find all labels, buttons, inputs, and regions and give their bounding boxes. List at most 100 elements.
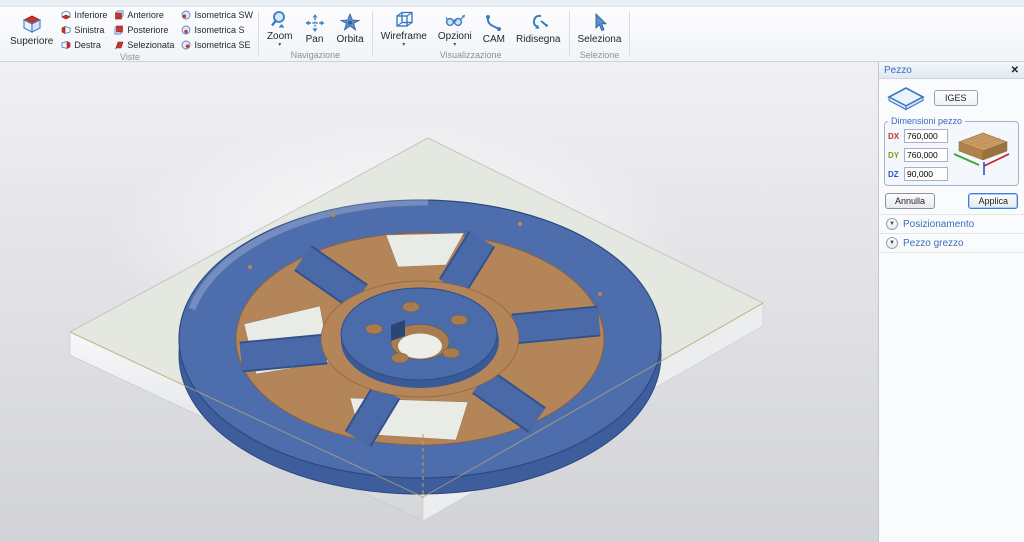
glasses-icon — [444, 10, 466, 30]
ribbon-separator — [629, 11, 630, 57]
panel-header: Pezzo ✕ — [879, 62, 1024, 79]
view-label: Isometrica S — [194, 25, 244, 35]
view-superiore-label: Superiore — [10, 36, 53, 47]
apply-button[interactable]: Applica — [968, 193, 1018, 209]
cube-face-icon — [114, 10, 124, 20]
ribbon-toolbar: Superiore Inferiore Sinistra Destra — [0, 7, 1024, 62]
dx-label: DX — [888, 132, 901, 141]
cam-button[interactable]: CAM — [480, 12, 508, 46]
view-label: Selezionata — [127, 40, 174, 50]
opzioni-label: Opzioni — [438, 31, 472, 42]
panel-title: Pezzo — [884, 65, 912, 76]
cube-face-icon — [61, 40, 71, 50]
cube-face-icon — [61, 10, 71, 20]
3d-scene — [0, 62, 878, 542]
seleziona-button[interactable]: Seleziona — [575, 12, 625, 46]
iges-button[interactable]: IGES — [934, 90, 978, 106]
cube-face-icon — [114, 40, 124, 50]
section-pezzo-grezzo-label: Pezzo grezzo — [903, 238, 964, 249]
dz-input[interactable] — [904, 167, 948, 181]
view-label: Isometrica SE — [194, 40, 250, 50]
stock-preview-image — [951, 127, 1011, 179]
window-top-strip — [0, 0, 1024, 7]
dimensions-title: Dimensioni pezzo — [888, 116, 965, 126]
dx-input[interactable] — [904, 129, 948, 143]
view-isometrica-sw-button[interactable]: Isometrica SW — [181, 10, 253, 20]
section-posizionamento[interactable]: ▼ Posizionamento — [879, 215, 1024, 234]
stock-diamond-icon — [887, 85, 925, 111]
isometric-view-icon — [181, 25, 191, 35]
dx-row: DX — [888, 129, 948, 143]
pan-arrows-icon — [304, 13, 326, 33]
cancel-button[interactable]: Annulla — [885, 193, 935, 209]
chevron-down-icon[interactable]: ▼ — [886, 218, 898, 230]
view-inferiore-button[interactable]: Inferiore — [61, 10, 107, 20]
ridisegna-label: Ridisegna — [516, 34, 560, 45]
ribbon-group-selezione: Seleziona Selezione — [570, 7, 630, 61]
group-label-selezione: Selezione — [575, 50, 625, 61]
ribbon-group-visualizzazione: Wireframe ▾ Opzioni ▾ CAM — [373, 7, 569, 61]
magnifier-icon — [269, 10, 291, 30]
orbita-label: Orbita — [337, 34, 364, 45]
dy-input[interactable] — [904, 148, 948, 162]
toolpath-icon — [483, 13, 505, 33]
isometric-view-icon — [181, 40, 191, 50]
orbita-button[interactable]: Orbita — [334, 12, 367, 46]
view-posteriore-button[interactable]: Posteriore — [114, 25, 174, 35]
view-anteriore-button[interactable]: Anteriore — [114, 10, 174, 20]
view-isometrica-s-button[interactable]: Isometrica S — [181, 25, 253, 35]
cube-face-icon — [61, 25, 71, 35]
wireframe-label: Wireframe — [381, 31, 427, 42]
view-label: Anteriore — [127, 10, 164, 20]
ribbon-group-viste: Superiore Inferiore Sinistra Destra — [2, 7, 258, 61]
pan-label: Pan — [306, 34, 324, 45]
wireframe-button[interactable]: Wireframe ▾ — [378, 9, 430, 49]
opzioni-button[interactable]: Opzioni ▾ — [435, 9, 475, 49]
dimensions-groupbox: Dimensioni pezzo DX DY DZ — [884, 116, 1019, 186]
dz-label: DZ — [888, 170, 901, 179]
view-selezionata-button[interactable]: Selezionata — [114, 40, 174, 50]
view-superiore-button[interactable]: Superiore — [7, 12, 56, 48]
pan-button[interactable]: Pan — [301, 12, 329, 46]
dy-label: DY — [888, 151, 901, 160]
isometric-view-icon — [181, 10, 191, 20]
main-area: Pezzo ✕ IGES Dimensioni pezzo — [0, 62, 1024, 542]
orbit-icon — [339, 13, 361, 33]
view-sinistra-button[interactable]: Sinistra — [61, 25, 107, 35]
cam-label: CAM — [483, 34, 505, 45]
import-row: IGES — [879, 79, 1024, 115]
chevron-down-icon[interactable]: ▾ — [402, 43, 405, 48]
collapsible-sections: ▼ Posizionamento ▼ Pezzo grezzo — [879, 214, 1024, 253]
panel-buttons: Annulla Applica — [879, 189, 1024, 214]
chevron-down-icon[interactable]: ▾ — [453, 43, 456, 48]
view-label: Posteriore — [127, 25, 168, 35]
view-label: Destra — [74, 40, 101, 50]
section-pezzo-grezzo[interactable]: ▼ Pezzo grezzo — [879, 234, 1024, 253]
cube-face-icon — [114, 25, 124, 35]
view-label: Sinistra — [74, 25, 104, 35]
view-isometrica-se-button[interactable]: Isometrica SE — [181, 40, 253, 50]
ridisegna-button[interactable]: Ridisegna — [513, 12, 563, 46]
group-label-navigazione: Navigazione — [264, 50, 367, 61]
viewport-3d[interactable] — [0, 62, 878, 542]
chevron-down-icon[interactable]: ▼ — [886, 237, 898, 249]
view-label: Inferiore — [74, 10, 107, 20]
chevron-down-icon[interactable]: ▾ — [278, 43, 281, 48]
view-label: Isometrica SW — [194, 10, 253, 20]
dy-row: DY — [888, 148, 948, 162]
cursor-arrow-icon — [588, 13, 610, 33]
dz-row: DZ — [888, 167, 948, 181]
redraw-icon — [527, 13, 549, 33]
cube-top-view-icon — [19, 13, 45, 35]
wireframe-cube-icon — [393, 10, 415, 30]
section-posizionamento-label: Posizionamento — [903, 219, 974, 230]
view-destra-button[interactable]: Destra — [61, 40, 107, 50]
close-icon[interactable]: ✕ — [1011, 65, 1019, 76]
zoom-button[interactable]: Zoom ▾ — [264, 9, 296, 49]
group-label-visualizzazione: Visualizzazione — [378, 50, 564, 61]
cad-cam-application: Superiore Inferiore Sinistra Destra — [0, 0, 1024, 542]
seleziona-label: Seleziona — [578, 34, 622, 45]
ribbon-group-navigazione: Zoom ▾ Pan Orbita Navigazione — [259, 7, 372, 61]
dimension-fields: DX DY DZ — [888, 127, 948, 181]
view-buttons-grid: Inferiore Sinistra Destra Anteriore — [61, 8, 253, 52]
